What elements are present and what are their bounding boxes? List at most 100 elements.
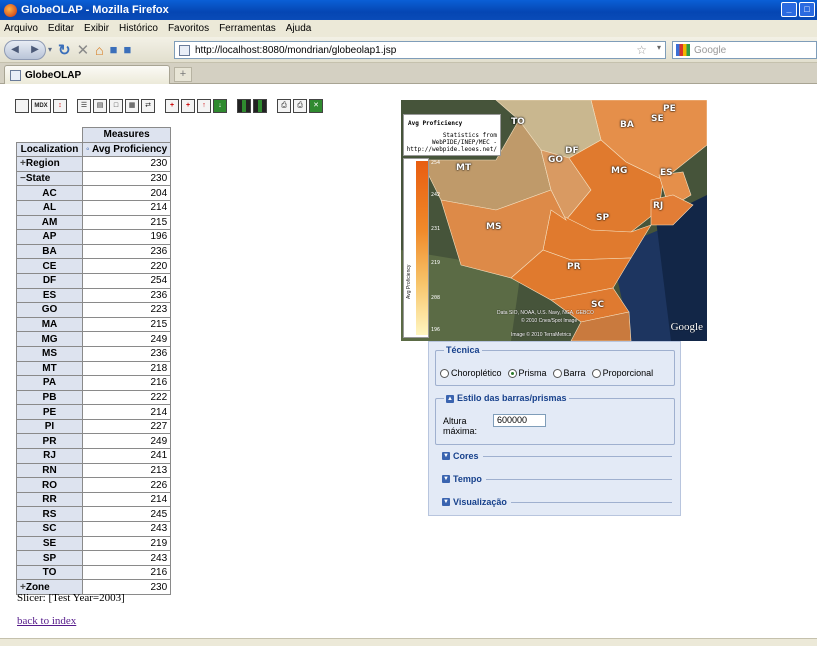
- drill-position-icon[interactable]: +: [181, 99, 195, 113]
- row-member-cell[interactable]: MA: [16, 316, 83, 333]
- measures-header[interactable]: Measures: [81, 127, 172, 143]
- url-text[interactable]: http://localhost:8080/mondrian/globeolap…: [195, 45, 396, 56]
- cube-navigator-icon[interactable]: [15, 99, 29, 113]
- menu-item-favoritos[interactable]: Favoritos: [168, 23, 209, 34]
- value-cell: 254: [81, 272, 172, 289]
- row-member-cell[interactable]: −State: [16, 170, 83, 187]
- row-member-cell[interactable]: RR: [16, 491, 83, 508]
- row-member-cell[interactable]: AM: [16, 214, 83, 231]
- option-prisma[interactable]: Prisma: [507, 368, 547, 379]
- url-dropdown-icon[interactable]: ▾: [657, 43, 661, 52]
- row-member-cell[interactable]: GO: [16, 302, 83, 318]
- tab-globeolap[interactable]: GlobeOLAP: [4, 65, 170, 84]
- drill-through-icon[interactable]: ↓: [213, 99, 227, 113]
- expand-arrow-icon[interactable]: ▼: [442, 452, 450, 460]
- radio-choropletico[interactable]: [440, 369, 449, 379]
- expand-arrow-icon[interactable]: ▼: [442, 498, 450, 506]
- show-parents-icon[interactable]: ☰: [77, 99, 91, 113]
- history-dropdown-icon[interactable]: ▾: [48, 40, 52, 60]
- row-member-cell[interactable]: TO: [16, 564, 83, 581]
- swap-axes-icon[interactable]: ⇄: [141, 99, 155, 113]
- drill-replace-icon[interactable]: ↑: [197, 99, 211, 113]
- menu-item-arquivo[interactable]: Arquivo: [4, 23, 38, 34]
- row-member-cell[interactable]: AL: [16, 199, 83, 216]
- drill-member-icon[interactable]: +: [165, 99, 179, 113]
- google-earth-map[interactable]: Avg Proficiency Statistics from WebPIDE/…: [401, 100, 707, 341]
- hide-spans-icon[interactable]: ▤: [93, 99, 107, 113]
- row-member-cell[interactable]: DF: [16, 272, 83, 289]
- bookmark-page-icon[interactable]: ■: [110, 40, 118, 60]
- star-icon[interactable]: ☆: [636, 43, 647, 57]
- row-member-label: State: [25, 173, 51, 185]
- option-barra[interactable]: Barra: [552, 368, 586, 379]
- menu-item-editar[interactable]: Editar: [48, 23, 74, 34]
- radio-barra[interactable]: [552, 369, 562, 379]
- option-choropletico[interactable]: Choroplético: [440, 368, 502, 379]
- print-pdf-icon[interactable]: ⎙: [293, 99, 307, 113]
- reload-icon[interactable]: ↻: [58, 40, 71, 60]
- row-member-cell[interactable]: RN: [16, 462, 83, 479]
- row-member-cell[interactable]: PE: [16, 404, 83, 420]
- download-icon[interactable]: ■: [124, 40, 132, 60]
- forward-arrow-icon[interactable]: ▶: [31, 44, 39, 55]
- maximize-button[interactable]: □: [799, 2, 815, 17]
- value-cell: 243: [81, 521, 172, 537]
- expand-arrow-icon[interactable]: ▼: [442, 475, 450, 483]
- properties-icon[interactable]: □: [109, 99, 123, 113]
- row-member-cell[interactable]: SE: [16, 535, 83, 552]
- stop-icon[interactable]: ✕: [77, 40, 90, 60]
- avg-proficiency-header[interactable]: ◦ Avg Proficiency: [81, 141, 172, 158]
- estilo-legend[interactable]: ▲ Estilo das barras/prismas: [444, 393, 569, 403]
- row-member-cell[interactable]: ES: [16, 287, 83, 304]
- row-member-cell[interactable]: RJ: [16, 448, 83, 464]
- chart-config-icon[interactable]: [253, 99, 267, 113]
- row-member-cell[interactable]: AC: [16, 185, 83, 201]
- row-member-cell[interactable]: PI: [16, 418, 83, 435]
- row-member-cell[interactable]: PA: [16, 375, 83, 391]
- menu-item-exibir[interactable]: Exibir: [84, 23, 109, 34]
- row-member-cell[interactable]: MT: [16, 360, 83, 377]
- section-tempo[interactable]: ▼ Tempo: [442, 473, 672, 485]
- new-tab-button[interactable]: +: [174, 67, 192, 82]
- google-icon[interactable]: [676, 44, 690, 56]
- row-member-cell[interactable]: PR: [16, 433, 83, 450]
- excel-export-icon[interactable]: ✕: [309, 99, 323, 113]
- url-bar[interactable]: http://localhost:8080/mondrian/globeolap…: [174, 41, 666, 59]
- search-box[interactable]: Google: [672, 41, 817, 59]
- menu-item-ajuda[interactable]: Ajuda: [286, 23, 312, 34]
- altura-maxima-input[interactable]: 600000: [493, 414, 546, 427]
- menu-item-ferramentas[interactable]: Ferramentas: [219, 23, 276, 34]
- row-member-cell[interactable]: MG: [16, 331, 83, 347]
- show-chart-icon[interactable]: [237, 99, 251, 113]
- home-icon[interactable]: ⌂: [95, 40, 103, 60]
- section-visualizacao[interactable]: ▼ Visualização: [442, 496, 672, 508]
- non-empty-icon[interactable]: ▦: [125, 99, 139, 113]
- sort-icon[interactable]: ↕: [53, 99, 67, 113]
- radio-prisma[interactable]: [507, 369, 517, 379]
- menu-item-historico[interactable]: Histórico: [119, 23, 158, 34]
- row-member-cell[interactable]: +Region: [16, 156, 83, 172]
- row-member-cell[interactable]: RO: [16, 477, 83, 493]
- row-member-cell[interactable]: RS: [16, 506, 83, 523]
- back-arrow-icon[interactable]: ◀: [11, 44, 19, 55]
- search-placeholder[interactable]: Google: [694, 45, 726, 56]
- mdx-editor-button[interactable]: MDX: [31, 99, 51, 113]
- row-member-cell[interactable]: BA: [16, 243, 83, 260]
- row-member-cell[interactable]: MS: [16, 345, 83, 362]
- section-cores[interactable]: ▼ Cores: [442, 450, 672, 462]
- row-member-cell[interactable]: SP: [16, 550, 83, 566]
- collapse-arrow-icon[interactable]: ▲: [446, 394, 454, 403]
- back-forward-buttons[interactable]: ◀ ▶: [4, 39, 46, 60]
- row-member-label: SE: [42, 537, 57, 549]
- row-member-cell[interactable]: PB: [16, 389, 83, 406]
- print-settings-icon[interactable]: ⎙: [277, 99, 291, 113]
- row-member-label: CE: [42, 260, 57, 272]
- option-proporcional[interactable]: Proporcional: [591, 368, 653, 379]
- row-member-cell[interactable]: SC: [16, 521, 83, 537]
- row-member-cell[interactable]: AP: [16, 229, 83, 245]
- radio-proporcional[interactable]: [591, 369, 601, 379]
- back-to-index-link[interactable]: back to index: [17, 615, 76, 627]
- localization-header[interactable]: Localization: [16, 141, 83, 158]
- row-member-cell[interactable]: CE: [16, 258, 83, 274]
- minimize-button[interactable]: _: [781, 2, 797, 17]
